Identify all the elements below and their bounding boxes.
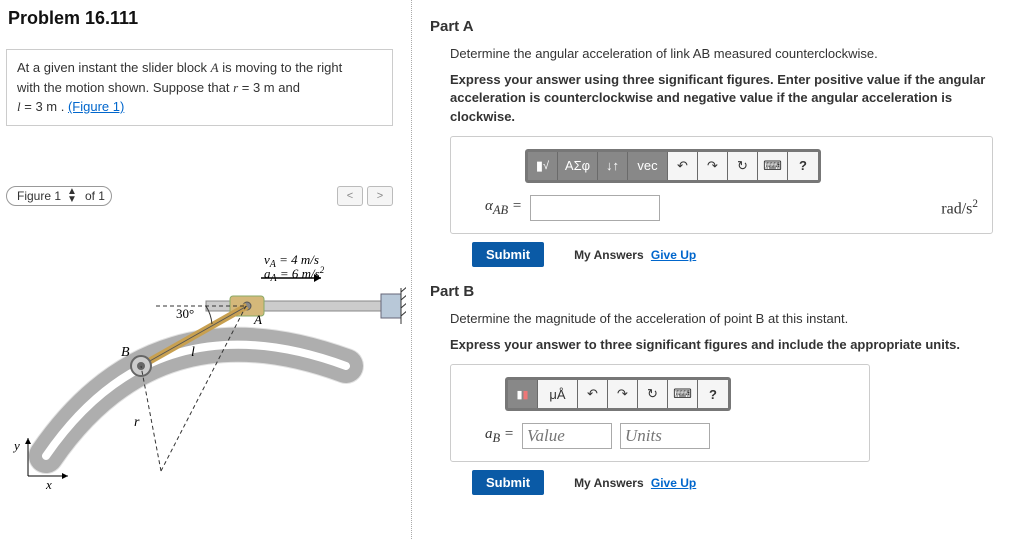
prompt-text: = 3 m bbox=[238, 80, 275, 95]
problem-title: Problem 16.111 bbox=[6, 8, 399, 29]
part-b-answer-box: ▮▮ μÅ ↶ ↷ ↻ ⌨ ? aB = bbox=[450, 364, 870, 462]
label-r: r bbox=[134, 415, 140, 430]
part-b-give-up-link[interactable]: Give Up bbox=[651, 476, 696, 490]
figure-next-button[interactable]: > bbox=[367, 186, 393, 206]
problem-prompt: At a given instant the slider block A is… bbox=[6, 49, 393, 126]
updown-icon: ▲▼ bbox=[67, 188, 77, 204]
angle-label: 30° bbox=[176, 306, 194, 321]
tb-help-icon[interactable]: ? bbox=[698, 380, 728, 408]
prompt-text: . bbox=[57, 99, 68, 114]
part-b-value-input[interactable] bbox=[522, 423, 612, 449]
prompt-text: At a given instant the slider block bbox=[17, 60, 211, 75]
tb-units-icon[interactable]: μÅ bbox=[538, 380, 578, 408]
figure-prev-button[interactable]: < bbox=[337, 186, 363, 206]
tb-subscript-icon[interactable]: ↓↑ bbox=[598, 152, 628, 180]
part-b-variable: aB = bbox=[485, 426, 514, 446]
part-a-answer-input[interactable] bbox=[530, 195, 660, 221]
label-B: B bbox=[121, 345, 130, 360]
label-A: A bbox=[253, 312, 262, 327]
label-x: x bbox=[45, 477, 52, 492]
tb-undo-icon[interactable]: ↶ bbox=[668, 152, 698, 180]
prompt-text: with the motion shown. Suppose that bbox=[17, 80, 233, 95]
prompt-text: and bbox=[275, 80, 300, 95]
figure-link[interactable]: (Figure 1) bbox=[68, 99, 124, 114]
part-b-submit-button[interactable]: Submit bbox=[472, 470, 544, 495]
var-A: A bbox=[211, 60, 219, 75]
tb-redo-icon[interactable]: ↷ bbox=[698, 152, 728, 180]
tb-greek-icon[interactable]: ΑΣφ bbox=[558, 152, 598, 180]
part-a-text-span: Determine the angular acceleration of li… bbox=[450, 46, 878, 61]
part-a-text: Determine the angular acceleration of li… bbox=[450, 45, 993, 63]
part-a-give-up-link[interactable]: Give Up bbox=[651, 248, 696, 262]
tb-vec-icon[interactable]: vec bbox=[628, 152, 668, 180]
formula-toolbar-b: ▮▮ μÅ ↶ ↷ ↻ ⌨ ? bbox=[505, 377, 731, 411]
part-a-variable: αAB = bbox=[485, 198, 522, 218]
prompt-text: is moving to the right bbox=[219, 60, 343, 75]
tb-undo-icon[interactable]: ↶ bbox=[578, 380, 608, 408]
figure-of: of 1 bbox=[85, 189, 105, 203]
tb-redo-icon[interactable]: ↷ bbox=[608, 380, 638, 408]
tb-help-icon[interactable]: ? bbox=[788, 152, 818, 180]
part-a-submit-button[interactable]: Submit bbox=[472, 242, 544, 267]
prompt-text: = 3 m bbox=[21, 99, 58, 114]
part-a-instructions: Express your answer using three signific… bbox=[450, 71, 993, 126]
figure-image: 30° B A l r x y vA = 4 m/s aA = 6 m/s2 bbox=[6, 216, 399, 496]
my-answers-label: My Answers bbox=[574, 476, 644, 490]
part-a-units: rad/s2 bbox=[941, 198, 978, 218]
tb-keyboard-icon[interactable]: ⌨ bbox=[758, 152, 788, 180]
label-l: l bbox=[191, 345, 195, 360]
part-a-answer-box: ▮√ ΑΣφ ↓↑ vec ↶ ↷ ↻ ⌨ ? αAB = rad/s2 bbox=[450, 136, 993, 234]
tb-reset-icon[interactable]: ↻ bbox=[728, 152, 758, 180]
part-a-title: Part A bbox=[430, 18, 993, 35]
label-y: y bbox=[12, 438, 20, 453]
tb-reset-icon[interactable]: ↻ bbox=[638, 380, 668, 408]
my-answers-label: My Answers bbox=[574, 248, 644, 262]
part-b-title: Part B bbox=[430, 283, 993, 300]
part-b-text: Determine the magnitude of the accelerat… bbox=[450, 310, 993, 328]
part-b-units-input[interactable] bbox=[620, 423, 710, 449]
figure-selector-label: Figure 1 bbox=[17, 189, 61, 203]
figure-selector[interactable]: Figure 1 ▲▼ of 1 bbox=[6, 186, 112, 206]
formula-toolbar-a: ▮√ ΑΣφ ↓↑ vec ↶ ↷ ↻ ⌨ ? bbox=[525, 149, 821, 183]
tb-keyboard-icon[interactable]: ⌨ bbox=[668, 380, 698, 408]
tb-template-icon[interactable]: ▮▮ bbox=[508, 380, 538, 408]
part-b-instructions: Express your answer to three significant… bbox=[450, 336, 993, 354]
tb-template-icon[interactable]: ▮√ bbox=[528, 152, 558, 180]
